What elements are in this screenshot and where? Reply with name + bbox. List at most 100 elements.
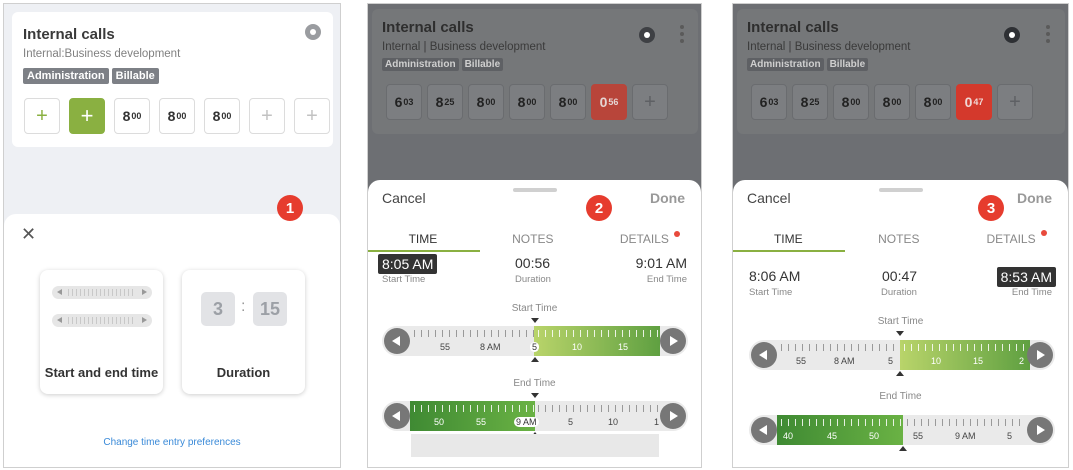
ruler-right-arrow-icon[interactable] [1027,417,1053,443]
minutes: 25 [809,97,820,107]
duration-value[interactable]: 00:47 [882,268,917,284]
end-ruler-label: End Time [879,391,922,402]
ruler-tick-label: 5 [530,342,540,352]
duration-value[interactable]: 00:56 [515,255,550,271]
day-add-button-selected[interactable]: + [69,98,105,134]
ruler-left-arrow-icon[interactable] [751,342,777,368]
day-add-button[interactable]: + [249,98,285,134]
ruler-tick-label: 5 [568,417,574,427]
cancel-button[interactable]: Cancel [747,190,791,206]
ruler-tick-label: 5 [888,356,894,366]
status-icon[interactable] [305,24,321,40]
overlay-block [411,434,659,457]
duration-option[interactable]: 3 : 15 Duration [182,270,305,394]
details-indicator-icon [1041,230,1047,236]
ruler-left-arrow-icon[interactable] [751,417,777,443]
tab-notes[interactable]: NOTES [844,232,955,246]
ruler-left-arrow-icon[interactable] [384,403,410,429]
tab-notes[interactable]: NOTES [478,232,588,246]
details-indicator-icon [674,231,680,237]
minutes: 25 [444,97,455,107]
card-subtitle: Internal | Business development [747,41,911,53]
end-time-value[interactable]: 8:53 AM [996,267,1056,287]
close-icon[interactable]: ✕ [21,224,36,245]
hours: 8 [212,108,221,124]
ruler-right-arrow-icon[interactable] [660,328,686,354]
hours: 0 [599,94,608,110]
end-time-ruler[interactable]: 40 45 50 55 9 AM 5 [749,415,1055,445]
end-time-ruler[interactable]: 50 55 9 AM 5 10 1 [382,401,688,431]
minutes: 56 [608,97,619,107]
ruler-ticks [538,405,658,412]
slider-illustration-icon [52,314,152,327]
day-time-entry-active: 0 56 [591,84,627,120]
start-marker-bottom-icon [531,357,539,362]
panel-3-time-editor: Internal calls Internal | Business devel… [732,3,1069,468]
ruler-tick-label: 15 [618,342,629,352]
day-time-entry: 8 00 [550,84,586,120]
more-icon [1046,25,1050,43]
option-label: Duration [216,365,271,380]
duration-hours: 3 [201,292,235,326]
ruler-tick-label: 55 [796,356,807,366]
time-editor-sheet: Cancel Done TIME NOTES DETAILS 8:06 AM S… [733,180,1068,467]
ruler-tick-label: 55 [913,431,924,441]
day-time-entry[interactable]: 8 00 [159,98,195,134]
ruler-right-arrow-icon[interactable] [660,403,686,429]
start-marker-bottom-icon [896,371,904,376]
cancel-button[interactable]: Cancel [382,190,426,206]
ruler-ticks [904,344,1026,351]
start-time-value[interactable]: 8:06 AM [749,268,800,284]
day-entries: 6 03 8 25 8 00 8 00 8 00 0 56 + [386,84,668,120]
start-end-time-option[interactable]: Start and end time [40,270,163,394]
drag-handle[interactable] [512,188,557,192]
day-time-entry[interactable]: 8 00 [114,98,150,134]
minutes: 00 [891,97,902,107]
task-card[interactable]: Internal calls Internal:Business develop… [12,12,333,147]
card-subtitle: Internal | Business development [382,41,546,53]
more-icon [680,25,684,43]
hours: 8 [435,94,444,110]
day-time-entry[interactable]: 8 00 [204,98,240,134]
tag-list: Administration Billable [747,58,869,71]
day-label: + [261,104,273,127]
hours: 8 [558,94,567,110]
hours: 0 [964,94,973,110]
ruler-ticks [538,330,658,337]
end-marker-bottom-icon [899,446,907,451]
hours: 8 [800,94,809,110]
drag-handle[interactable] [878,188,923,192]
minutes: 00 [850,97,861,107]
ruler-ticks [414,405,534,412]
hours: 6 [394,94,403,110]
preferences-link[interactable]: Change time entry preferences [4,437,340,448]
day-add-button[interactable]: + [294,98,330,134]
start-time-ruler[interactable]: 55 8 AM 5 10 15 2 [749,340,1055,370]
ruler-tick-label: 50 [869,431,880,441]
tab-time[interactable]: TIME [368,232,478,246]
ruler-tick-label: 9 AM [514,417,539,427]
time-values: 8:05 AM Start Time 00:56 Duration 9:01 A… [368,254,701,295]
slider-illustration-icon [52,286,152,299]
tab-time[interactable]: TIME [733,232,844,246]
day-add-button[interactable]: + [24,98,60,134]
tab-details[interactable]: DETAILS [954,232,1068,246]
day-label: + [80,103,94,128]
ruler-right-arrow-icon[interactable] [1027,342,1053,368]
ruler-left-arrow-icon[interactable] [384,328,410,354]
hours: 8 [882,94,891,110]
hours: 6 [759,94,768,110]
start-marker-top-icon [531,318,539,323]
tag-administration: Administration [747,58,824,71]
tab-details[interactable]: DETAILS [588,232,701,246]
ruler-tick-label: 8 AM [834,356,855,366]
start-time-value[interactable]: 8:05 AM [378,254,438,274]
day-time-entry: 6 03 [751,84,787,120]
done-button[interactable]: Done [1017,190,1052,206]
start-time-ruler[interactable]: 55 8 AM 5 10 15 [382,326,688,356]
done-button[interactable]: Done [650,190,685,206]
start-ruler-label: Start Time [511,303,558,314]
end-time-value[interactable]: 9:01 AM [636,255,687,271]
entry-mode-sheet: ✕ Start and end time 3 : 15 Duration Cha… [4,214,340,467]
task-card-dimmed: Internal calls Internal | Business devel… [372,9,698,134]
